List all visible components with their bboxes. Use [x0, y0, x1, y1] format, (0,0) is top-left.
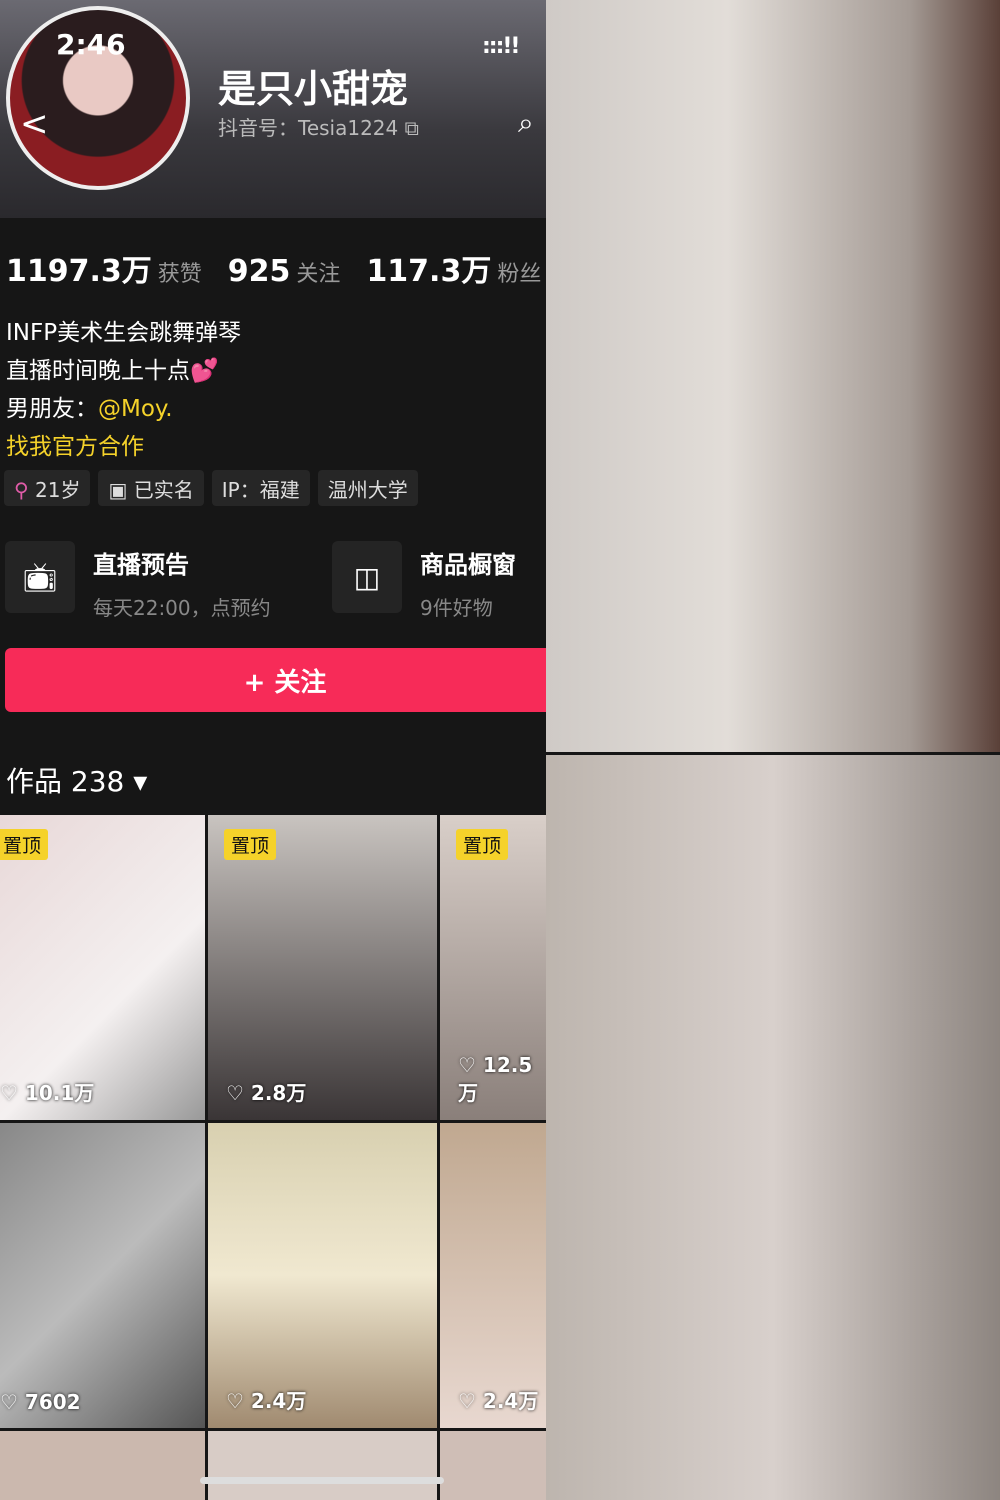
tag-ip: IP：福建 [211, 470, 310, 506]
like-count: ♡ 2.4万 [458, 1389, 539, 1413]
video-thumb[interactable]: ♡ 7602 [0, 1123, 205, 1428]
like-count: ♡ 2.8万 [226, 1081, 307, 1105]
photo-bottom [546, 755, 1000, 1500]
back-icon[interactable]: < [20, 104, 49, 144]
video-thumb[interactable] [0, 1431, 205, 1500]
profile-name: 是只小甜宠 [218, 67, 409, 111]
live-preview-card[interactable]: 📺︎ 直播预告每天22:00，点预约 [5, 541, 271, 621]
bio-text: 男朋友： [6, 396, 98, 422]
like-text: 2.4万 [250, 1389, 307, 1413]
stat-value: 117.3万 [366, 254, 492, 289]
home-indicator [200, 1477, 444, 1484]
like-count: ♡ 2.4万 [226, 1389, 307, 1413]
stat-label: 获赞 [157, 262, 202, 287]
bio-line: 直播时间晚上十点💕 [6, 358, 219, 384]
stat-value: 925 [227, 254, 291, 289]
tag-school[interactable]: 温州大学 [317, 470, 418, 506]
status-time: 2:46 [56, 28, 126, 61]
shop-window-card[interactable]: ◫ 商品橱窗 9件好物 [332, 541, 516, 621]
tags: ⚲ 21岁 ▣ 已实名 IP：福建 温州大学 [4, 470, 418, 506]
business-link[interactable]: 找我官方合作 [6, 428, 241, 466]
stat-value: 1197.3万 [6, 254, 152, 289]
photo-top [546, 0, 1000, 752]
video-thumb[interactable] [440, 1431, 546, 1500]
like-text: 2.8万 [250, 1081, 307, 1105]
like-text: 2.4万 [482, 1389, 539, 1413]
stats: 1197.3万 获赞 925 关注 117.3万 粉丝 [6, 246, 541, 290]
stat-label: 粉丝 [497, 262, 542, 287]
card-title: 商品橱窗 [420, 551, 516, 579]
stat-likes[interactable]: 1197.3万 获赞 [6, 246, 202, 290]
douyin-id[interactable]: 抖音号：Tesia1224 ⧉ [218, 112, 419, 141]
like-text: 7602 [24, 1390, 81, 1414]
bag-icon: ◫ [332, 541, 402, 613]
pinned-badge: 置顶 [456, 829, 509, 860]
boyfriend-link[interactable]: @Moy. [98, 396, 173, 422]
stat-followers[interactable]: 117.3万 粉丝 [366, 246, 541, 290]
tag-text: 21岁 [35, 478, 81, 502]
tag-age: ⚲ 21岁 [4, 470, 91, 506]
video-thumb[interactable]: ♡ 2.4万 [208, 1123, 437, 1428]
tv-icon: 📺︎ [5, 541, 75, 613]
signal-icon: :::!! [482, 34, 520, 59]
bio-line: INFP美术生会跳舞弹琴 [6, 320, 242, 346]
video-thumb[interactable]: 置顶 ♡ 12.5万 [440, 815, 546, 1120]
pinned-badge: 置顶 [0, 829, 49, 860]
search-icon[interactable]: ⌕ [518, 106, 534, 140]
video-thumb[interactable]: ♡ 2.4万 [440, 1123, 546, 1428]
follow-button[interactable]: + 关注 [5, 648, 546, 712]
like-text: 12.5万 [458, 1053, 533, 1105]
card-title: 直播预告 [93, 551, 189, 579]
card-subtitle: 9件好物 [420, 596, 493, 620]
like-text: 10.1万 [24, 1081, 95, 1105]
stat-following[interactable]: 925 关注 [228, 254, 341, 289]
profile-screen: 2:46 < :::!! 是只小甜宠 抖音号：Tesia1224 ⧉ ⌕ 119… [0, 0, 546, 1500]
video-thumb[interactable]: 置顶 ♡ 10.1万 [0, 815, 205, 1120]
id-card-icon: ▣ [108, 478, 128, 502]
bio-line: 男朋友：@Moy. [6, 390, 241, 428]
stat-label: 关注 [296, 262, 341, 287]
tag-text: 已实名 [133, 478, 194, 502]
video-thumb[interactable] [208, 1431, 437, 1500]
female-icon: ⚲ [14, 478, 29, 502]
like-count: ♡ 7602 [0, 1390, 81, 1414]
video-thumb[interactable]: 置顶 ♡ 2.8万 [208, 815, 437, 1120]
douyin-id-text: 抖音号：Tesia1224 [218, 116, 399, 140]
tag-verified: ▣ 已实名 [98, 470, 204, 506]
bio: INFP美术生会跳舞弹琴 直播时间晚上十点💕 男朋友：@Moy. 找我官方合作 [6, 314, 241, 466]
like-count: ♡ 10.1万 [0, 1081, 95, 1105]
like-count: ♡ 12.5万 [458, 1053, 533, 1105]
pinned-badge: 置顶 [224, 829, 277, 860]
card-subtitle: 每天22:00，点预约 [93, 596, 271, 620]
copy-icon[interactable]: ⧉ [405, 116, 419, 140]
works-tab[interactable]: 作品 238 ▾ [6, 760, 147, 800]
